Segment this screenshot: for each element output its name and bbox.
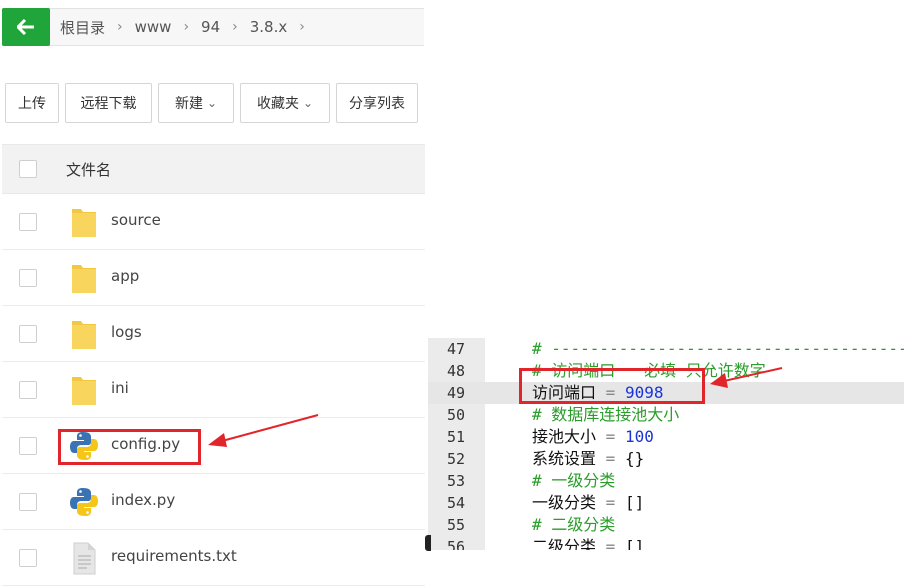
line-number: 52 [446, 450, 465, 468]
operator: = [605, 537, 616, 550]
table-row[interactable]: source [2, 194, 425, 250]
python-icon [70, 488, 98, 516]
code-line-55: 55 # 二级分类 [428, 514, 904, 536]
table-row[interactable]: requirements.txt [2, 530, 425, 586]
setting-key: 二级分类 [532, 537, 597, 550]
breadcrumb-94[interactable]: 94 [199, 18, 222, 36]
folder-icon [72, 377, 96, 405]
code-line-50: 50 # 数据库连接池大小 [428, 404, 904, 426]
select-all-checkbox[interactable] [19, 160, 37, 178]
table-row[interactable]: logs [2, 306, 425, 362]
breadcrumb-separator: › [117, 19, 123, 35]
share-list-label: 分享列表 [349, 96, 405, 112]
line-number: 50 [446, 406, 465, 424]
row-checkbox[interactable] [19, 269, 37, 287]
file-name[interactable]: source [111, 211, 161, 229]
remote-download-button[interactable]: 远程下载 [65, 83, 152, 123]
setting-value: {} [624, 449, 645, 468]
row-checkbox[interactable] [19, 549, 37, 567]
breadcrumb: 根目录 › www › 94 › 3.8.x › [58, 8, 315, 46]
upload-button[interactable]: 上传 [5, 83, 59, 123]
favorites-button[interactable]: 收藏夹 ⌄ [240, 83, 330, 123]
code-statement: 接池大小 = 100 [532, 426, 654, 448]
row-checkbox[interactable] [19, 325, 37, 343]
line-number: 51 [446, 428, 465, 446]
setting-key: 接池大小 [532, 427, 597, 446]
line-number: 48 [446, 362, 465, 380]
editor-edge-mark [425, 535, 431, 551]
line-number: 56 [446, 538, 465, 550]
file-name[interactable]: logs [111, 323, 142, 341]
breadcrumb-root[interactable]: 根目录 [58, 17, 107, 38]
chevron-down-icon: ⌄ [302, 96, 314, 110]
line-number: 53 [446, 472, 465, 490]
code-statement: 一级分类 = [] [532, 492, 644, 514]
code-line-52: 52 系统设置 = {} [428, 448, 904, 470]
share-list-button[interactable]: 分享列表 [336, 83, 418, 123]
row-checkbox[interactable] [19, 381, 37, 399]
comment-text: # 一级分类 [532, 471, 616, 490]
new-label: 新建 [174, 96, 203, 112]
code-line-54: 54 一级分类 = [] [428, 492, 904, 514]
setting-key: 一级分类 [532, 493, 597, 512]
operator: = [605, 493, 616, 512]
setting-value: 100 [624, 427, 654, 446]
folder-icon [72, 321, 96, 349]
code-line-56: 56 二级分类 = [] [428, 536, 904, 550]
breadcrumb-www[interactable]: www [133, 18, 174, 36]
upload-label: 上传 [18, 96, 46, 112]
operator: = [605, 449, 616, 468]
text-file-icon [73, 542, 96, 575]
port-highlight-box [519, 368, 705, 404]
folder-icon [72, 209, 96, 237]
file-name[interactable]: ini [111, 379, 129, 397]
filename-column-header[interactable]: 文件名 [66, 159, 111, 180]
table-row[interactable]: index.py [2, 474, 425, 530]
new-button[interactable]: 新建 ⌄ [158, 83, 234, 123]
setting-value: [] [624, 537, 645, 550]
line-number: 49 [446, 384, 465, 402]
line-number: 54 [446, 494, 465, 512]
file-name[interactable]: requirements.txt [111, 547, 237, 565]
back-button[interactable] [2, 8, 50, 46]
folder-icon [72, 265, 96, 293]
code-line-47: 47 # -----------------------------------… [428, 338, 904, 360]
code-statement: 系统设置 = {} [532, 448, 644, 470]
code-line-51: 51 接池大小 = 100 [428, 426, 904, 448]
row-checkbox[interactable] [19, 213, 37, 231]
file-name[interactable]: index.py [111, 491, 175, 509]
operator: = [605, 427, 616, 446]
config-highlight-box [58, 429, 201, 465]
row-checkbox[interactable] [19, 493, 37, 511]
file-name[interactable]: app [111, 267, 139, 285]
breadcrumb-separator: › [183, 19, 190, 35]
breadcrumb-separator: › [232, 19, 238, 35]
table-row[interactable]: app [2, 250, 425, 306]
toolbar: 上传 远程下载 新建 ⌄ 收藏夹 ⌄ 分享列表 [5, 83, 424, 125]
line-number: 55 [446, 516, 465, 534]
file-manager: 根目录 › www › 94 › 3.8.x › 上传 远程下载 新建 ⌄ 收藏… [0, 0, 425, 586]
setting-key: 系统设置 [532, 449, 597, 468]
chevron-down-icon: ⌄ [206, 96, 218, 110]
setting-value: [] [624, 493, 645, 512]
code-statement: 二级分类 = [] [532, 536, 644, 550]
breadcrumb-separator: › [299, 19, 305, 35]
line-number: 47 [446, 340, 465, 358]
remote-download-label: 远程下载 [80, 96, 137, 112]
comment-text: # 数据库连接池大小 [532, 405, 680, 424]
table-row[interactable]: ini [2, 362, 425, 418]
code-line-53: 53 # 一级分类 [428, 470, 904, 492]
arrow-left-icon [17, 19, 34, 35]
comment-text: # --------------------------------------… [532, 339, 904, 358]
table-header: 文件名 [2, 144, 425, 194]
comment-text: # 二级分类 [532, 515, 616, 534]
row-checkbox[interactable] [19, 437, 37, 455]
breadcrumb-3-8-x[interactable]: 3.8.x [248, 18, 290, 36]
favorites-label: 收藏夹 [256, 96, 299, 112]
